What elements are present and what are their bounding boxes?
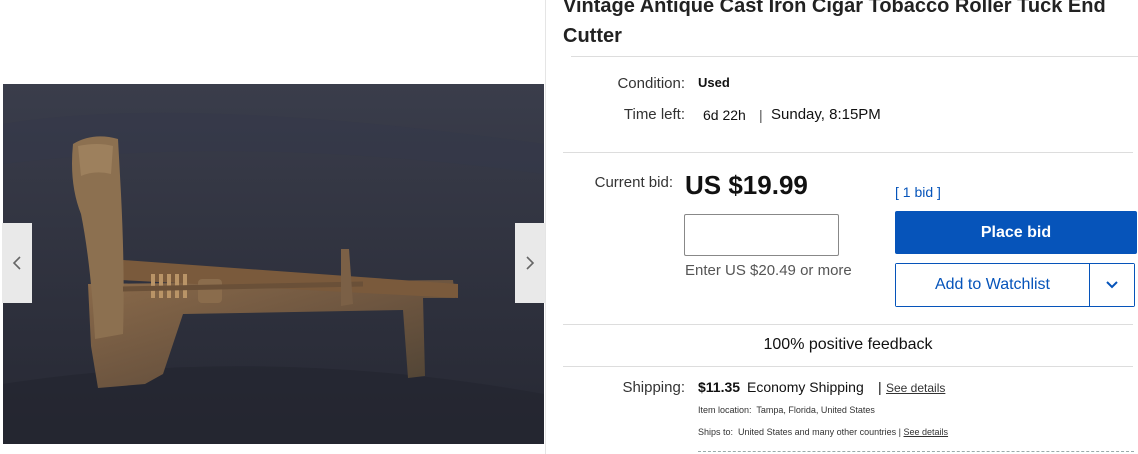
place-bid-button[interactable]: Place bid: [895, 211, 1137, 254]
shipping-method: Economy Shipping: [747, 379, 864, 395]
bid-amount-input[interactable]: [684, 214, 839, 256]
chevron-down-icon: [1106, 281, 1118, 289]
ships-to: Ships to: United States and many other c…: [698, 427, 948, 437]
shipping-separator: |: [878, 379, 882, 395]
divider: [563, 324, 1133, 325]
end-time: Sunday, 8:15PM: [771, 106, 881, 123]
shipping-cost: $11.35: [698, 379, 741, 395]
watchlist-group: Add to Watchlist: [895, 263, 1135, 307]
item-photo-image: [3, 84, 544, 444]
listing-title: Vintage Antique Cast Iron Cigar Tobacco …: [563, 0, 1106, 47]
item-location-value: Tampa, Florida, United States: [756, 405, 875, 415]
ships-to-see-details-link[interactable]: See details: [904, 427, 949, 437]
chevron-right-icon: [526, 256, 535, 270]
bid-count: [ 1 bid ]: [895, 184, 941, 200]
bid-count-link[interactable]: 1 bid: [903, 184, 933, 200]
watchlist-more-button[interactable]: [1090, 264, 1134, 306]
divider: [563, 366, 1133, 367]
ships-to-value: United States and many other countries: [738, 427, 897, 437]
seller-feedback: 100% positive feedback: [763, 336, 933, 353]
divider: [571, 56, 1138, 57]
bid-hint: Enter US $20.49 or more: [685, 262, 852, 279]
time-separator: |: [759, 107, 763, 123]
divider: [698, 451, 1134, 452]
chevron-left-icon: [12, 256, 21, 270]
condition-value: Used: [698, 75, 730, 90]
current-bid-label: Current bid:: [594, 174, 673, 191]
add-to-watchlist-button[interactable]: Add to Watchlist: [896, 264, 1090, 306]
gallery-next-button[interactable]: [515, 223, 545, 303]
current-bid-value: US $19.99: [685, 170, 808, 200]
time-left-label: Time left:: [623, 106, 685, 123]
shipping-label: Shipping:: [622, 379, 685, 396]
time-left-value: 6d 22h: [703, 107, 746, 123]
gallery-prev-button[interactable]: [2, 223, 32, 303]
divider: [563, 152, 1133, 153]
item-location: Item location: Tampa, Florida, United St…: [698, 405, 875, 415]
image-gallery: [0, 0, 546, 454]
condition-label: Condition:: [617, 75, 685, 92]
shipping-see-details-link[interactable]: See details: [886, 381, 945, 395]
ships-to-label: Ships to:: [698, 427, 734, 437]
item-location-label: Item location:: [698, 405, 752, 415]
ships-to-separator: |: [898, 427, 901, 437]
item-photo[interactable]: [3, 84, 544, 444]
